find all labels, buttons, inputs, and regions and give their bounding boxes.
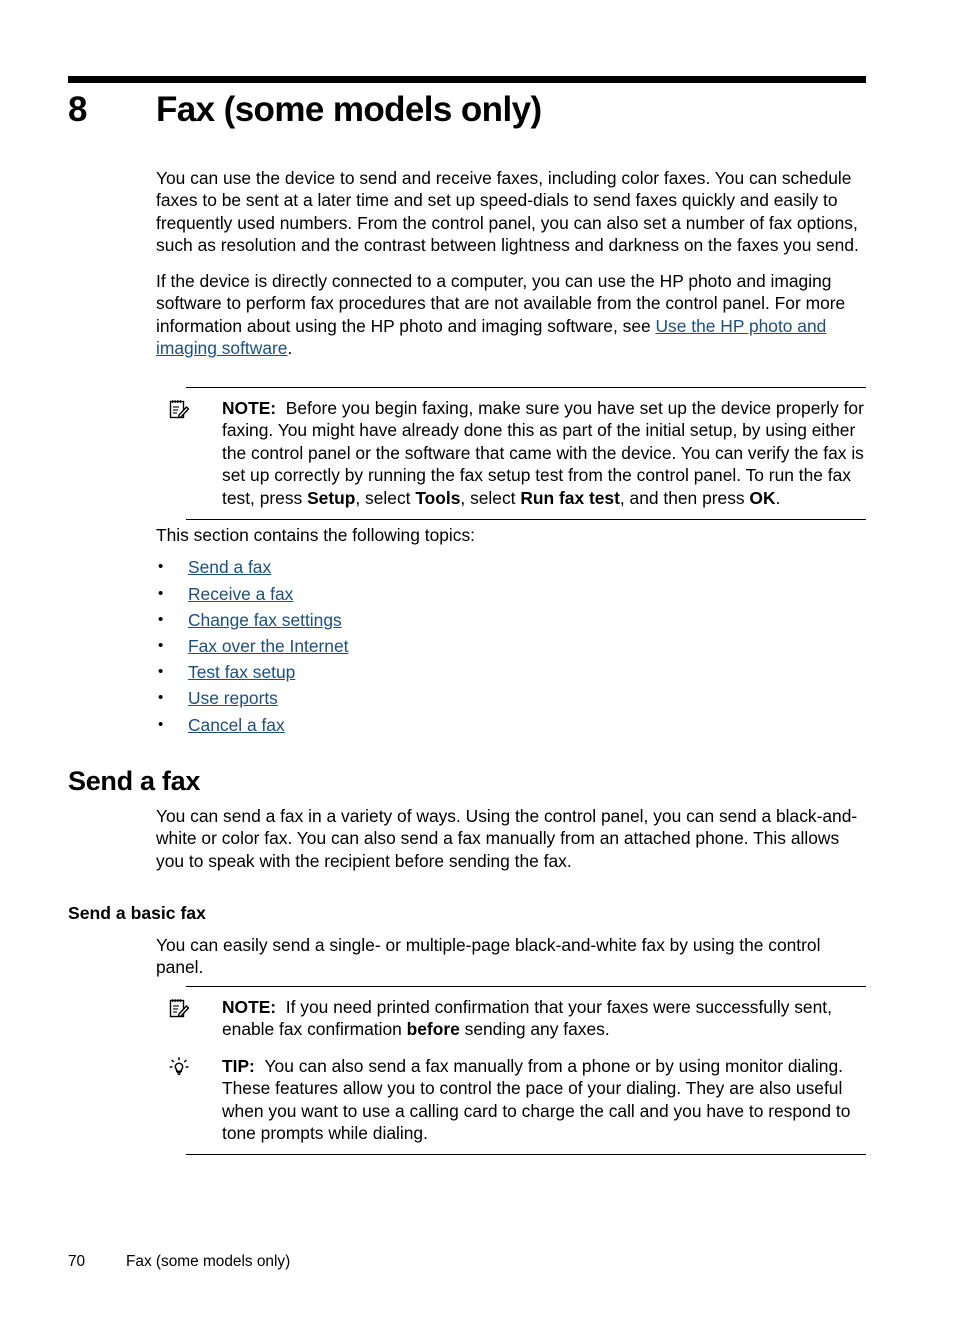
note-1-text-5: . <box>775 487 781 508</box>
intro-paragraph-2-text-after: . <box>287 338 293 359</box>
list-item: Receive a fax <box>156 581 868 607</box>
topic-link-cancel-a-fax[interactable]: Cancel a fax <box>188 715 285 735</box>
footer-page-number: 70 <box>68 1253 86 1270</box>
page-footer: 70 Fax (some models only) <box>68 1253 868 1271</box>
topics-block: This section contains the following topi… <box>156 524 868 738</box>
note-1: NOTE: Before you begin faxing, make sure … <box>169 397 866 509</box>
note-1-label: NOTE: <box>222 398 277 418</box>
note-2-text-2: sending any faxes. <box>459 1019 610 1040</box>
note-2-bold-before: before <box>406 1019 460 1040</box>
tip-1-text: You can also send a fax manually from a … <box>222 1055 851 1144</box>
topics-intro: This section contains the following topi… <box>156 525 475 545</box>
chapter-top-rule <box>68 76 866 83</box>
note-1-bold-tools: Tools <box>415 487 461 508</box>
send-basic-fax-block: You can easily send a single- or multipl… <box>156 934 868 993</box>
list-item: Send a fax <box>156 554 868 580</box>
document-page: 8 Fax (some models only) You can use the… <box>0 0 954 1321</box>
note-pencil-icon <box>168 398 192 422</box>
note-pencil-icon <box>168 997 192 1021</box>
intro-paragraph-2: If the device is directly connected to a… <box>156 270 868 359</box>
note-2-label: NOTE: <box>222 997 277 1017</box>
note-1-bold-run-fax-test: Run fax test <box>520 487 620 508</box>
note-1-text-2: , select <box>355 487 416 508</box>
chapter-title: Fax (some models only) <box>156 90 542 129</box>
note-tip-box: NOTE: If you need printed confirmation th… <box>169 986 866 1156</box>
topic-link-use-reports[interactable]: Use reports <box>188 688 278 708</box>
send-a-fax-block: You can send a fax in a variety of ways.… <box>156 805 868 886</box>
chapter-heading: 8 Fax (some models only) <box>68 90 868 130</box>
note-1-text-4: , and then press <box>619 487 750 508</box>
topics-list: Send a fax Receive a fax Change fax sett… <box>156 554 868 738</box>
note-1-bold-setup: Setup <box>307 487 356 508</box>
list-item: Use reports <box>156 685 868 711</box>
intro-block: You can use the device to send and recei… <box>156 167 868 373</box>
tip-1-label: TIP: <box>222 1055 255 1076</box>
list-item: Cancel a fax <box>156 712 868 738</box>
tip-1: TIP: You can also send a fax manually fro… <box>169 1055 866 1145</box>
note-2: NOTE: If you need printed confirmation th… <box>169 996 866 1041</box>
topic-link-change-fax-settings[interactable]: Change fax settings <box>188 610 342 630</box>
chapter-number: 8 <box>68 90 87 129</box>
list-item: Fax over the Internet <box>156 633 868 659</box>
intro-paragraph-1: You can use the device to send and recei… <box>156 168 859 255</box>
lightbulb-icon <box>168 1056 192 1080</box>
topic-link-send-a-fax[interactable]: Send a fax <box>188 557 271 577</box>
send-basic-fax-paragraph: You can easily send a single- or multipl… <box>156 935 821 978</box>
footer-chapter-label: Fax (some models only) <box>126 1253 291 1270</box>
topic-link-test-fax-setup[interactable]: Test fax setup <box>188 662 295 682</box>
note-box-1: NOTE: Before you begin faxing, make sure … <box>169 387 866 521</box>
note-1-bold-ok: OK <box>749 487 776 508</box>
topic-link-receive-a-fax[interactable]: Receive a fax <box>188 584 293 604</box>
list-item: Change fax settings <box>156 607 868 633</box>
subsection-heading-send-a-basic-fax: Send a basic fax <box>68 903 206 923</box>
section-heading-send-a-fax: Send a fax <box>68 766 201 796</box>
topic-link-fax-over-the-internet[interactable]: Fax over the Internet <box>188 636 348 656</box>
note-1-text-3: , select <box>460 487 521 508</box>
send-a-fax-paragraph: You can send a fax in a variety of ways.… <box>156 806 858 871</box>
list-item: Test fax setup <box>156 659 868 685</box>
